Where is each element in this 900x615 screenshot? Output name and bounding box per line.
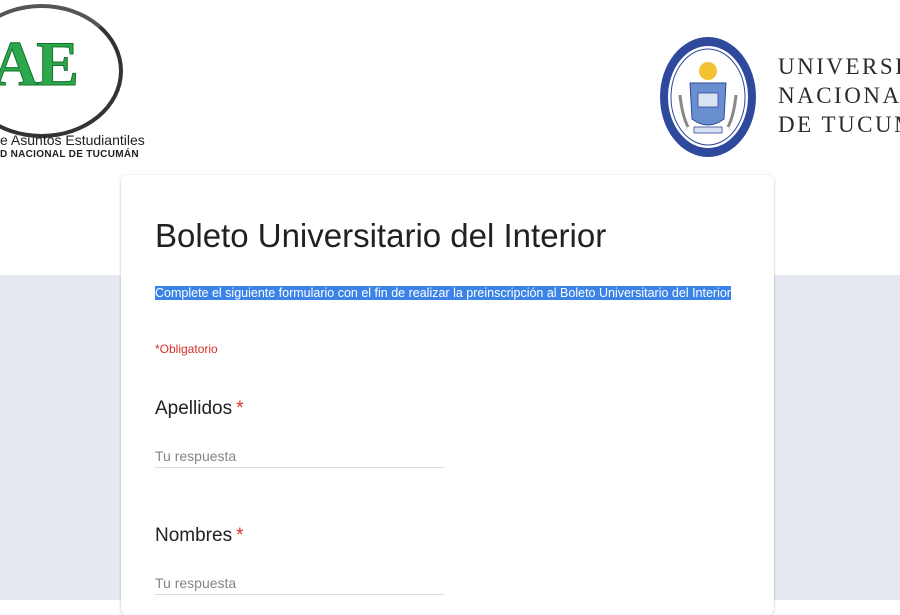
apellidos-input[interactable] (155, 445, 444, 468)
form-description: Complete el siguiente formulario con el … (155, 285, 735, 301)
question-label-text: Nombres (155, 525, 233, 546)
required-note: *Obligatorio (155, 342, 218, 356)
university-name-line-2: NACIONA (778, 83, 900, 108)
form-description-text: Complete el siguiente formulario con el … (155, 286, 731, 300)
logo-subtitle: e Asuntos Estudiantiles (0, 132, 145, 148)
logo-mark: AE (0, 28, 79, 99)
required-asterisk: * (236, 398, 244, 419)
form-card: Boleto Universitario del Interior Comple… (121, 175, 774, 615)
university-seal-icon (658, 35, 758, 159)
question-label-text: Apellidos (155, 398, 233, 419)
university-name: UNIVERSI NACIONA DE TUCUM (778, 52, 900, 139)
nombres-input[interactable] (155, 572, 444, 595)
question-nombres-label: Nombres * (155, 526, 243, 545)
dae-logo: AE e Asuntos Estudiantiles D NACIONAL DE… (0, 0, 145, 165)
required-asterisk: * (236, 525, 244, 546)
university-name-line-1: UNIVERSI (778, 54, 900, 79)
question-apellidos-label: Apellidos * (155, 399, 244, 418)
logo-institution: D NACIONAL DE TUCUMÁN (0, 149, 139, 160)
university-name-line-3: DE TUCUM (778, 112, 900, 137)
form-title: Boleto Universitario del Interior (155, 217, 607, 254)
